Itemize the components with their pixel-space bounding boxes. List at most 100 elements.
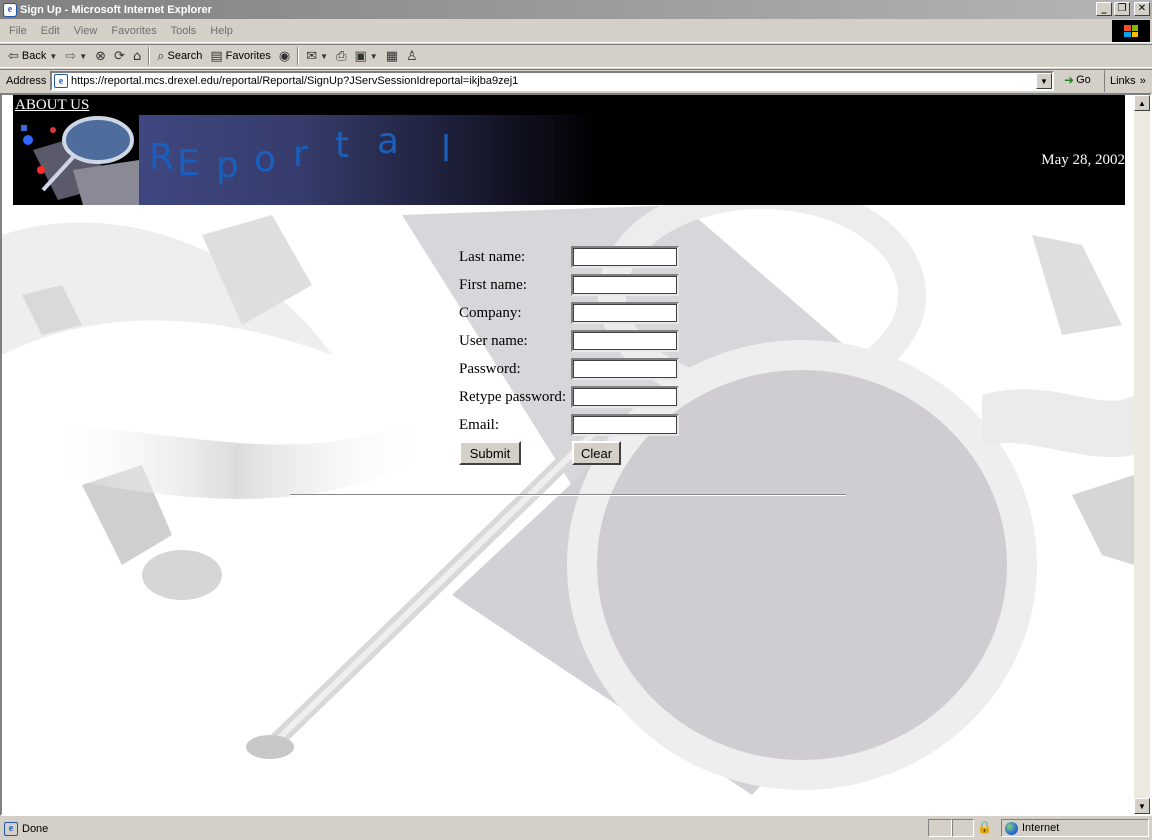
submit-button[interactable]: Submit	[459, 441, 521, 465]
links-button[interactable]: Links »	[1104, 70, 1146, 92]
forward-dropdown-icon[interactable]: ▼	[79, 52, 87, 61]
toolbar-separator	[297, 47, 300, 65]
search-icon: ⌕	[157, 48, 165, 64]
retype-password-input[interactable]	[571, 386, 679, 408]
scroll-up-icon[interactable]: ▲	[1134, 95, 1150, 111]
brand-letter: p	[216, 145, 239, 186]
horizontal-rule	[290, 494, 846, 496]
mail-dropdown-icon[interactable]: ▼	[320, 52, 328, 61]
address-bar: Address e https://reportal.mcs.drexel.ed…	[0, 69, 1152, 92]
search-button[interactable]: ⌕ Search	[153, 45, 206, 67]
brand-letter: R	[149, 137, 175, 178]
favorites-button[interactable]: ▤ Favorites	[206, 45, 275, 67]
brand-letter: t	[335, 125, 350, 166]
about-bar: ABOUT US	[13, 95, 1125, 115]
discuss-button[interactable]: ▦	[382, 45, 402, 67]
current-date: May 28, 2002	[1041, 152, 1125, 168]
status-panel	[928, 819, 952, 837]
refresh-button[interactable]: ⟳	[110, 45, 129, 67]
browser-viewport: ABOUT US R E p o r t a l May 28, 2002 La…	[0, 93, 1152, 816]
menu-view[interactable]: View	[67, 25, 105, 37]
menu-favorites[interactable]: Favorites	[104, 25, 163, 37]
about-us-link[interactable]: ABOUT US	[15, 97, 89, 114]
back-arrow-icon: ⇦	[8, 48, 19, 64]
back-button[interactable]: ⇦ Back ▼	[4, 45, 61, 67]
web-page: ABOUT US R E p o r t a l May 28, 2002 La…	[2, 95, 1134, 814]
status-bar: e Done 🔒 Internet	[0, 817, 1152, 840]
standard-toolbar: ⇦ Back ▼ ⇨ ▼ ⊗ ⟳ ⌂ ⌕ Search ▤ Favorites …	[0, 44, 1152, 68]
links-label: Links	[1110, 75, 1136, 87]
favorites-label: Favorites	[225, 50, 271, 62]
menu-edit[interactable]: Edit	[34, 25, 67, 37]
edit-button[interactable]: ▣ ▼	[350, 45, 381, 67]
secure-lock-icon: 🔒	[977, 820, 992, 834]
toolbar-separator	[148, 47, 151, 65]
password-input[interactable]	[571, 358, 679, 380]
menu-tools[interactable]: Tools	[164, 25, 204, 37]
favorites-folder-icon: ▤	[210, 48, 223, 64]
email-input[interactable]	[571, 414, 679, 436]
status-text: Done	[22, 822, 49, 835]
menu-file[interactable]: File	[2, 25, 34, 37]
url-text[interactable]: https://reportal.mcs.drexel.edu/reportal…	[71, 75, 518, 87]
status-panel	[952, 819, 974, 837]
forward-button[interactable]: ⇨ ▼	[61, 45, 91, 67]
address-label: Address	[6, 75, 47, 87]
stop-icon: ⊗	[95, 48, 107, 64]
window-controls: _ ❐ ✕	[1096, 2, 1150, 16]
scroll-down-icon[interactable]: ▼	[1134, 798, 1150, 814]
back-dropdown-icon[interactable]: ▼	[49, 52, 57, 61]
forward-arrow-icon: ⇨	[65, 48, 77, 64]
email-label: Email:	[459, 417, 499, 433]
password-label: Password:	[459, 361, 521, 377]
stop-button[interactable]: ⊗	[91, 45, 110, 67]
mail-icon: ✉	[306, 48, 318, 64]
brand-letter: l	[441, 129, 452, 170]
menu-bar: File Edit View Favorites Tools Help	[0, 19, 1152, 43]
title-bar: e Sign Up - Microsoft Internet Explorer …	[0, 0, 1152, 19]
brand-letter: o	[254, 139, 277, 180]
search-label: Search	[167, 50, 203, 62]
discuss-icon: ▦	[385, 48, 398, 64]
home-icon: ⌂	[132, 48, 142, 64]
reportal-banner: R E p o r t a l May 28, 2002	[13, 115, 1125, 205]
restore-button[interactable]: ❐	[1114, 2, 1130, 16]
edit-word-icon: ▣	[354, 48, 367, 64]
username-label: User name:	[459, 333, 528, 349]
go-button[interactable]: ➜ Go	[1064, 73, 1091, 87]
home-button[interactable]: ⌂	[129, 45, 145, 67]
go-arrow-icon: ➜	[1064, 73, 1075, 87]
last-name-label: Last name:	[459, 249, 526, 265]
menu-help[interactable]: Help	[203, 25, 240, 37]
brand-letter: E	[177, 143, 200, 184]
address-dropdown-icon[interactable]: ▼	[1036, 73, 1052, 89]
zone-label: Internet	[1022, 822, 1060, 834]
messenger-button[interactable]: ♙	[402, 45, 422, 67]
ie-icon: e	[3, 2, 17, 17]
back-label: Back	[21, 50, 47, 62]
print-button[interactable]: ⎙	[332, 45, 350, 67]
username-input[interactable]	[571, 330, 679, 352]
page-icon: e	[54, 74, 68, 88]
refresh-icon: ⟳	[114, 48, 125, 64]
windows-logo-icon	[1112, 20, 1150, 42]
last-name-input[interactable]	[571, 246, 679, 268]
go-label: Go	[1076, 74, 1091, 86]
mail-button[interactable]: ✉ ▼	[302, 45, 332, 67]
messenger-icon: ♙	[405, 48, 418, 64]
internet-globe-icon	[1005, 821, 1018, 835]
close-button[interactable]: ✕	[1134, 2, 1150, 16]
company-label: Company:	[459, 305, 522, 321]
minimize-button[interactable]: _	[1096, 2, 1112, 16]
company-input[interactable]	[571, 302, 679, 324]
print-icon: ⎙	[336, 48, 347, 64]
edit-dropdown-icon[interactable]: ▼	[370, 52, 378, 61]
first-name-input[interactable]	[571, 274, 679, 296]
clear-button[interactable]: Clear	[572, 441, 621, 465]
first-name-label: First name:	[459, 277, 527, 293]
vertical-scrollbar[interactable]: ▲ ▼	[1134, 95, 1150, 814]
media-button[interactable]: ◉	[275, 45, 294, 67]
address-input[interactable]: e https://reportal.mcs.drexel.edu/report…	[50, 71, 1054, 91]
security-zone: Internet	[1001, 819, 1149, 837]
window-title: Sign Up - Microsoft Internet Explorer	[20, 3, 212, 16]
